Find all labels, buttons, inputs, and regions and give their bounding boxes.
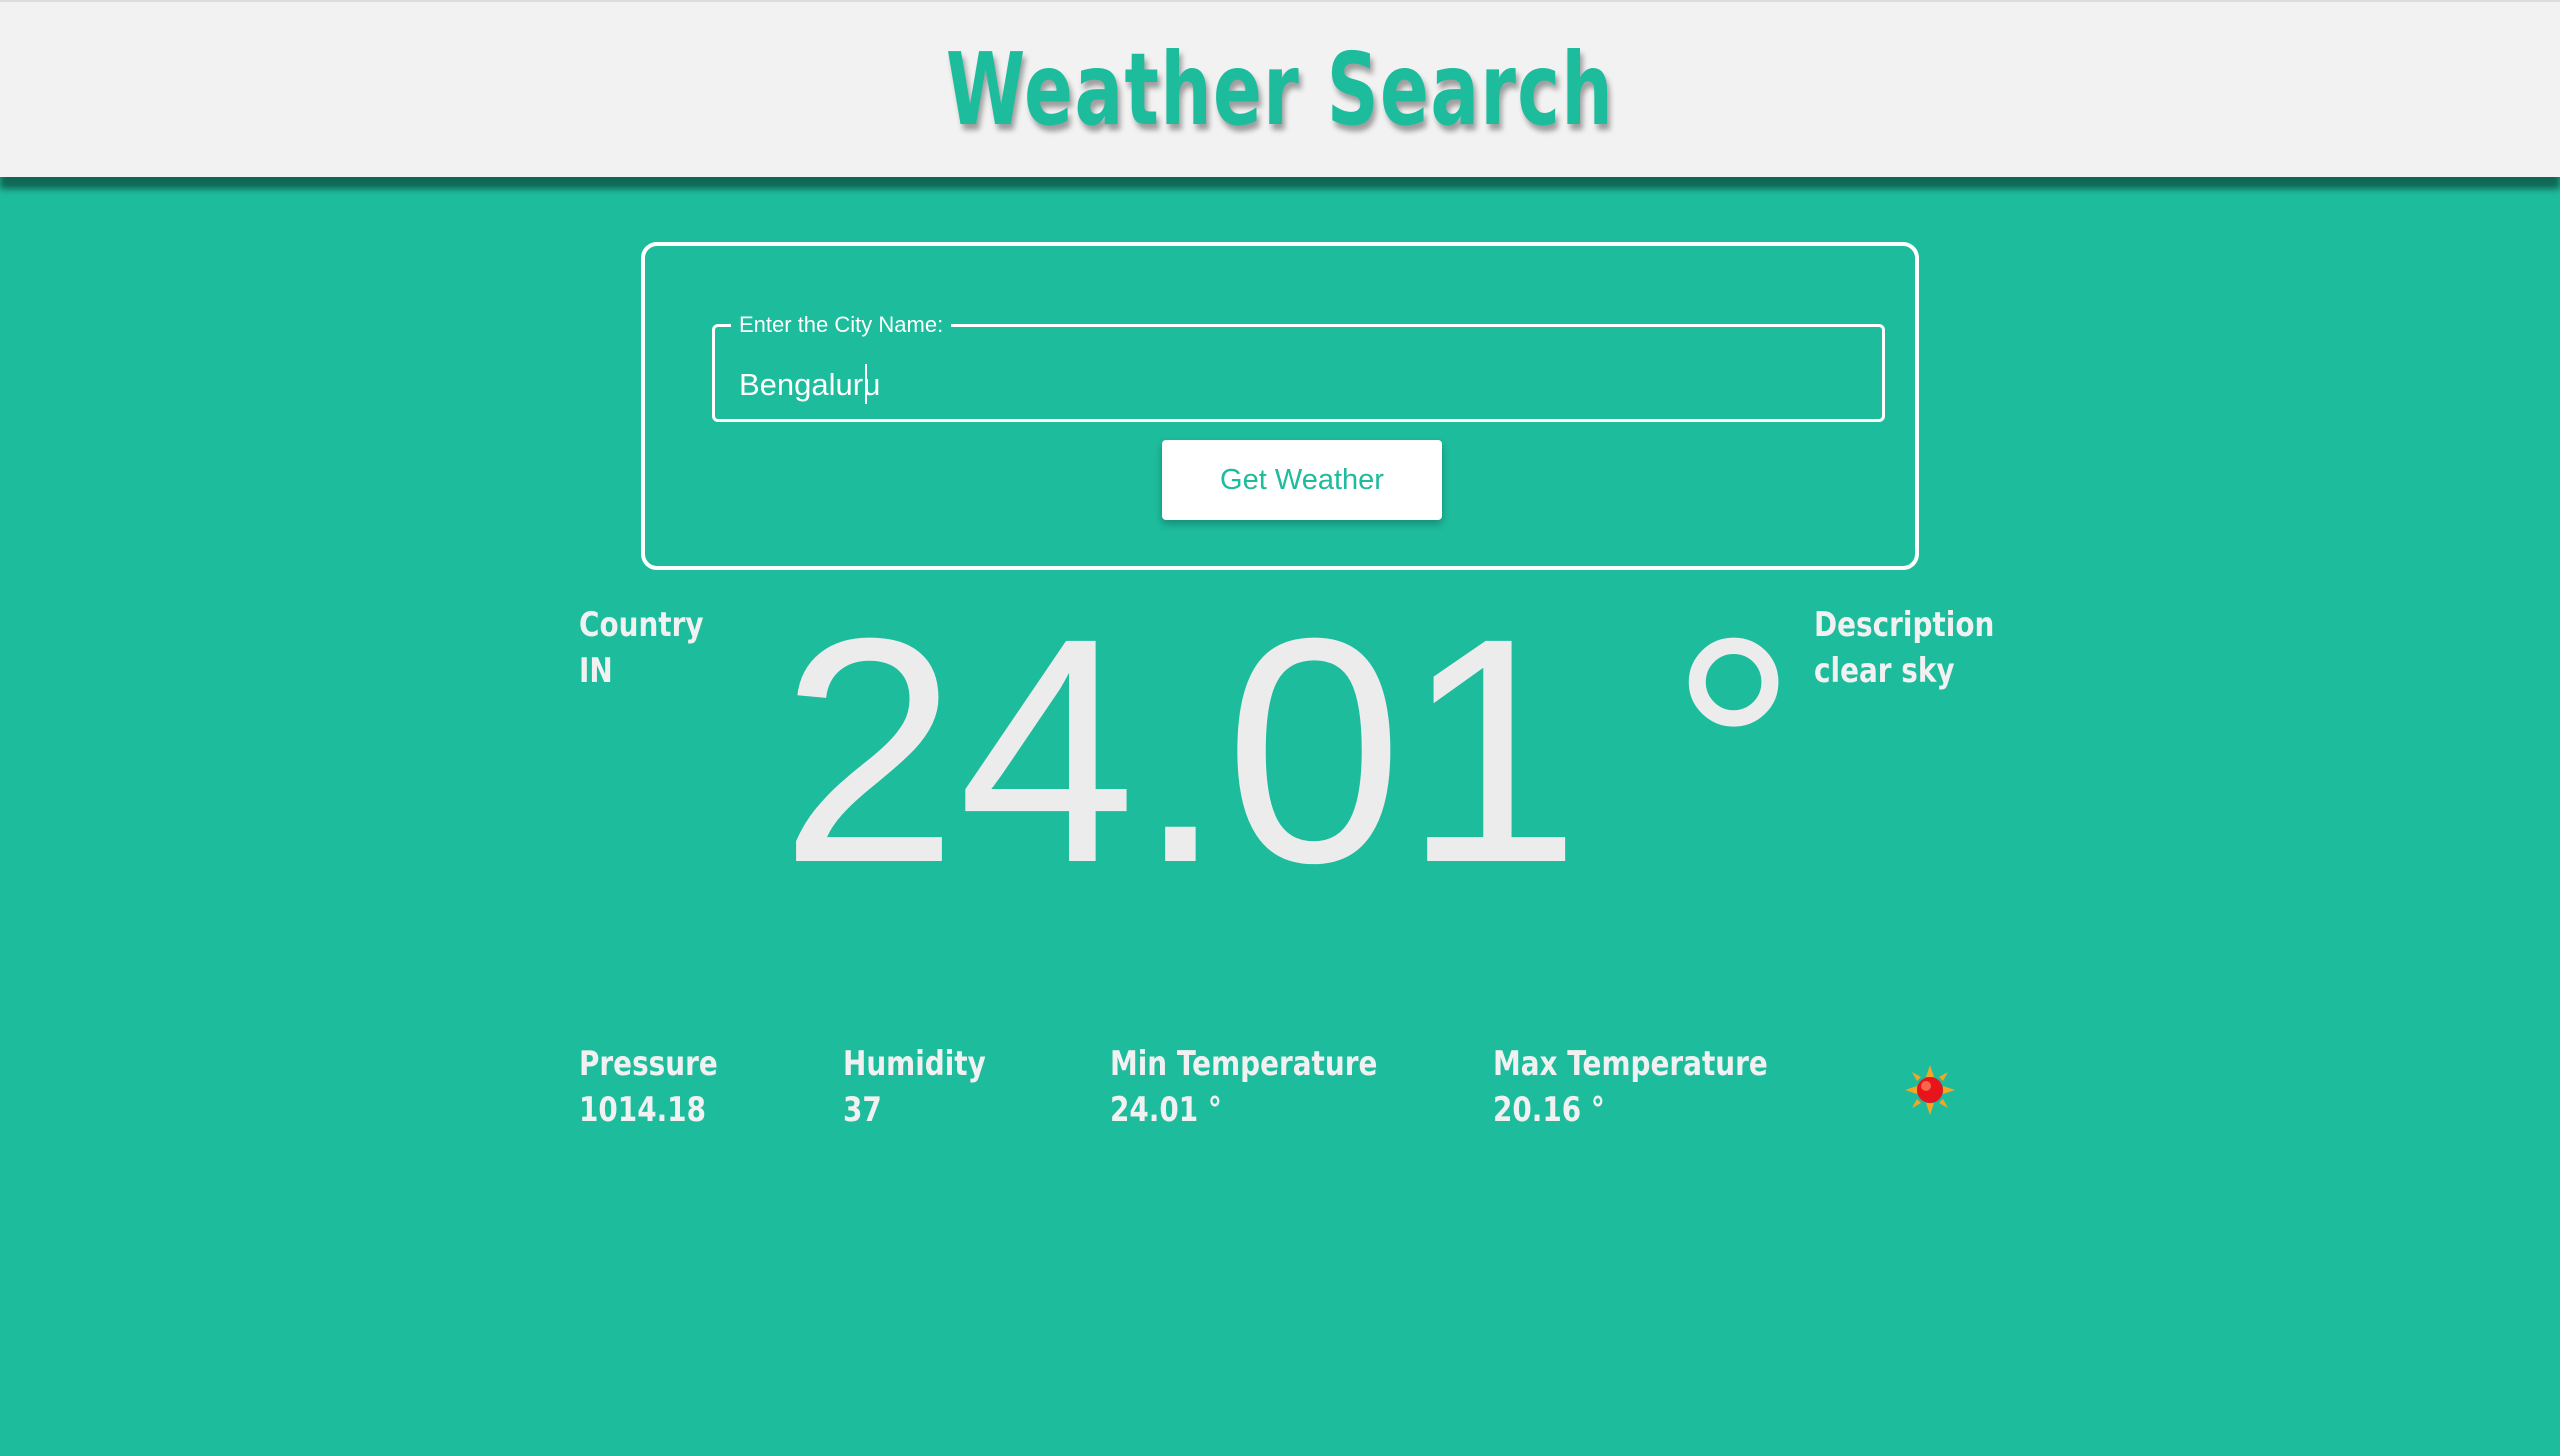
- description-block: Description clear sky: [1814, 602, 1994, 694]
- max-temp-value: 20.16 °: [1493, 1090, 1605, 1130]
- humidity-value: 37: [843, 1090, 882, 1130]
- text-caret: [865, 364, 867, 404]
- pressure-block: Pressure 1014.18: [579, 1041, 718, 1133]
- get-weather-button[interactable]: Get Weather: [1162, 440, 1442, 520]
- max-temp-block: Max Temperature 20.16 °: [1493, 1041, 1768, 1133]
- description-label: Description: [1814, 605, 1995, 645]
- page-title: Weather Search: [945, 31, 1615, 148]
- city-input[interactable]: [739, 360, 1839, 410]
- min-temp-block: Min Temperature 24.01 °: [1110, 1041, 1377, 1133]
- max-temp-label: Max Temperature: [1493, 1044, 1768, 1084]
- description-value: clear sky: [1814, 651, 1955, 691]
- sun-icon: [1905, 1065, 1955, 1115]
- header-bar: Weather Search: [0, 0, 2560, 177]
- search-card: Enter the City Name: Get Weather: [641, 242, 1919, 570]
- min-temp-value: 24.01 °: [1110, 1090, 1222, 1130]
- pressure-label: Pressure: [579, 1044, 718, 1084]
- country-block: Country IN: [579, 602, 704, 694]
- min-temp-label: Min Temperature: [1110, 1044, 1378, 1084]
- humidity-label: Humidity: [843, 1044, 986, 1084]
- current-temperature: 24.01 °: [780, 571, 1798, 929]
- city-fieldset: Enter the City Name:: [712, 312, 1885, 422]
- country-label: Country: [579, 605, 704, 645]
- pressure-value: 1014.18: [579, 1090, 706, 1130]
- city-field-legend: Enter the City Name:: [739, 312, 944, 337]
- country-value: IN: [579, 651, 613, 691]
- humidity-block: Humidity 37: [843, 1041, 986, 1133]
